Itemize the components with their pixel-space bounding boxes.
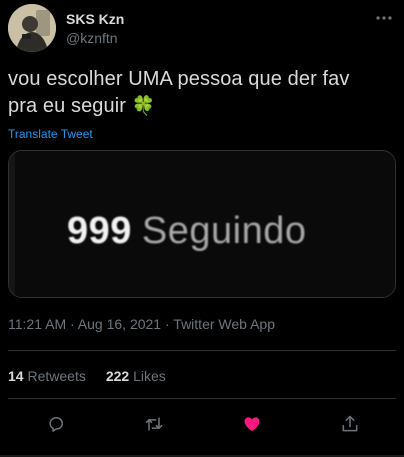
media-following-text: 999 Seguindo — [67, 209, 307, 253]
retweet-icon[interactable] — [142, 412, 166, 436]
tweet-source[interactable]: Twitter Web App — [173, 316, 275, 332]
meta-separator: · — [66, 316, 78, 332]
retweets-count: 14 — [8, 368, 24, 384]
clover-emoji: 🍀 — [131, 96, 156, 117]
more-icon[interactable] — [374, 10, 394, 26]
divider — [8, 398, 396, 399]
tweet-text-line-2: pra eu seguir — [8, 95, 127, 117]
media-following-count: 999 — [67, 210, 132, 252]
author-handle[interactable]: @kznftn — [66, 29, 124, 47]
avatar[interactable] — [8, 4, 56, 52]
tweet-text-line-1: vou escolher UMA pessoa que der fav — [8, 68, 350, 90]
reply-icon[interactable] — [44, 412, 68, 436]
tweet-header: SKS Kzn @kznftn — [8, 4, 396, 52]
retweets-stat[interactable]: 14 Retweets — [8, 368, 86, 384]
tweet-date[interactable]: Aug 16, 2021 — [78, 316, 161, 332]
retweets-label: Retweets — [27, 368, 86, 384]
likes-count: 222 — [105, 368, 130, 384]
likes-stat[interactable]: 222 Likes — [106, 368, 166, 384]
author-display-name[interactable]: SKS Kzn — [66, 10, 124, 28]
meta-separator: · — [161, 316, 174, 332]
tweet-stats: 14 Retweets 222 Likes — [8, 368, 166, 384]
media-edge — [9, 151, 15, 297]
likes-label: Likes — [133, 368, 166, 384]
media-image: 999 Seguindo — [9, 151, 395, 297]
action-bar — [0, 412, 404, 440]
media-card[interactable]: 999 Seguindo — [8, 150, 396, 298]
divider — [8, 350, 396, 351]
tweet-text: vou escolher UMA pessoa que der fav pra … — [8, 66, 396, 120]
share-icon[interactable] — [338, 412, 362, 436]
tweet-time[interactable]: 11:21 AM — [8, 316, 66, 332]
media-following-label: Seguindo — [141, 210, 307, 252]
heart-icon[interactable] — [240, 412, 264, 436]
translate-tweet-link[interactable]: Translate Tweet — [8, 127, 93, 141]
tweet-meta: 11:21 AM · Aug 16, 2021 · Twitter Web Ap… — [8, 316, 275, 332]
